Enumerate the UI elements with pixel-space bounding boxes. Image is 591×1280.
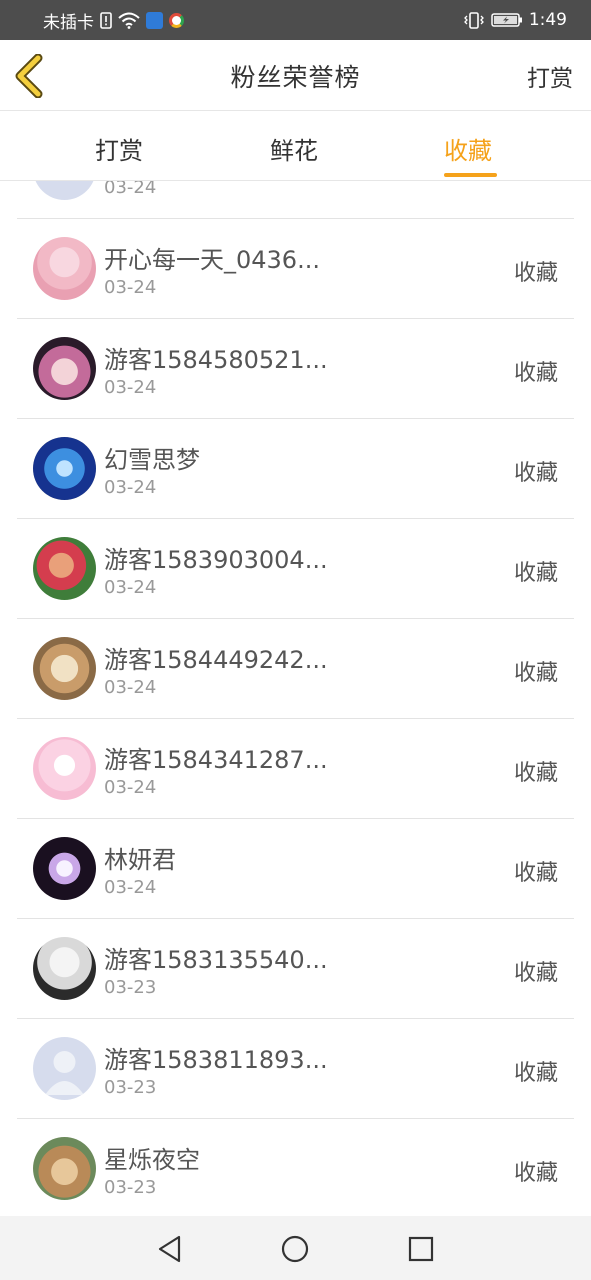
item-date: 03-23 [104,1177,157,1198]
list-item[interactable]: 林妍君 03-24 收藏 [17,819,574,919]
list-item[interactable]: 游客1583811893... 03-23 收藏 [17,1019,574,1119]
item-name: 游客1584341287... [104,746,328,774]
battery-icon [491,12,523,28]
item-action-label: 收藏 [513,361,558,386]
square-recents-icon [408,1236,434,1262]
item-action-label: 收藏 [513,261,558,286]
tab-bar: 打赏 鲜花 收藏 [0,111,591,181]
app-notification-icon [146,11,163,29]
list-item[interactable]: 游客1584341287... 03-24 收藏 [17,719,574,819]
avatar [33,437,96,500]
item-name: 游客1584580521... [104,346,328,374]
item-date: 03-23 [104,1077,157,1098]
status-bar: 未插卡 1:49 [0,0,591,40]
item-name: 游客1584449242... [104,646,328,674]
avatar [33,1037,96,1100]
avatar [33,837,96,900]
nav-recents-button[interactable] [406,1234,436,1264]
avatar [33,237,96,300]
list-item[interactable]: 星烁夜空 03-23 收藏 [17,1119,574,1216]
clock-text: 1:49 [528,10,567,30]
status-bar-left: 未插卡 [43,8,184,33]
item-date: 03-24 [104,477,157,498]
nav-home-button[interactable] [280,1234,310,1264]
triangle-back-icon [158,1235,181,1263]
tab-reward[interactable]: 打赏 [95,131,143,166]
item-action-label: 收藏 [513,661,558,686]
item-action-label: 收藏 [513,1061,558,1086]
item-name: 星烁夜空 [104,1146,200,1174]
item-name: 林妍君 [104,846,176,874]
avatar [33,637,96,700]
item-action-label: 收藏 [513,761,558,786]
vibrate-icon [463,11,485,29]
wifi-icon [118,12,140,29]
browser-notification-icon [169,12,184,28]
item-date: 03-24 [104,677,157,698]
list-item[interactable]: 开心每一天_0436... 03-24 收藏 [17,219,574,319]
sim-alert-icon [100,11,112,29]
system-nav-bar [0,1216,591,1280]
avatar [33,1137,96,1200]
carrier-text: 未插卡 [43,12,94,33]
avatar [33,181,96,200]
item-date: 03-24 [104,877,157,898]
circle-home-icon [281,1235,309,1263]
item-action-label: 收藏 [513,1161,558,1186]
nav-back-button[interactable] [155,1234,185,1264]
avatar [33,937,96,1000]
reward-button[interactable]: 打赏 [527,59,573,93]
list-item[interactable]: 游客1583135540... 03-23 收藏 [17,919,574,1019]
list-item[interactable]: 游客1584580521... 03-24 收藏 [17,319,574,419]
active-tab-indicator [444,173,497,177]
item-date: 03-24 [104,577,157,598]
page-title: 粉丝荣誉榜 [230,63,361,92]
avatar [33,537,96,600]
item-action-label: 收藏 [513,961,558,986]
item-date: 03-24 [104,277,157,298]
item-date: 03-23 [104,977,157,998]
tab-flowers[interactable]: 鲜花 [270,131,318,166]
item-name: 游客1583903004... [104,546,328,574]
item-name: 游客1583135540... [104,946,328,974]
item-date: 03-24 [104,377,157,398]
app-header: 粉丝荣誉榜 打赏 [0,40,591,111]
item-date: 03-24 [104,181,157,198]
item-action-label: 收藏 [513,861,558,886]
list-item[interactable]: 游客1584449242... 03-24 收藏 [17,619,574,719]
status-bar-right: 1:49 [463,10,567,30]
fans-list[interactable]: 03-24 开心每一天_0436... 03-24 收藏 游客158458052… [0,181,591,1216]
avatar [33,337,96,400]
list-item[interactable]: 游客1583903004... 03-24 收藏 [17,519,574,619]
item-action-label: 收藏 [513,561,558,586]
list-item[interactable]: 幻雪思梦 03-24 收藏 [17,419,574,519]
item-date: 03-24 [104,777,157,798]
item-name: 开心每一天_0436... [104,246,320,274]
item-name: 幻雪思梦 [104,446,200,474]
avatar [33,737,96,800]
tab-favorites[interactable]: 收藏 [444,131,492,166]
item-action-label: 收藏 [513,461,558,486]
item-name: 游客1583811893... [104,1046,328,1074]
default-avatar-icon [45,1051,84,1095]
list-item-partial[interactable]: 03-24 [17,181,574,219]
